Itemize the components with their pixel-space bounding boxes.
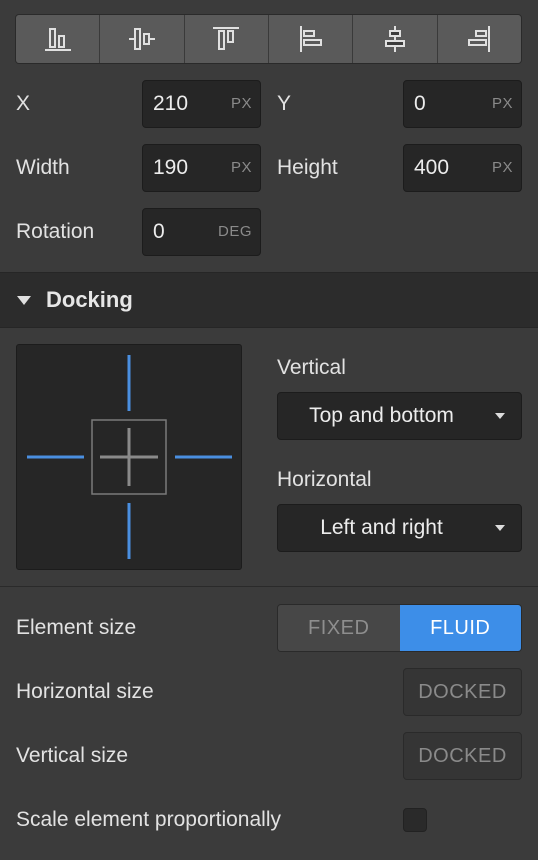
width-label: Width (16, 156, 70, 179)
align-vertical-center-icon (128, 28, 155, 50)
align-horizontal-center-button[interactable] (353, 15, 438, 63)
horizontal-label: Horizontal (277, 468, 372, 491)
align-bottom-icon (44, 28, 71, 51)
x-value: 210 (153, 92, 189, 115)
rotation-input[interactable]: 0 DEG (142, 208, 261, 256)
y-label: Y (277, 92, 292, 115)
height-unit: PX (491, 159, 513, 176)
rotation-unit: DEG (217, 223, 252, 240)
height-value: 400 (414, 156, 450, 179)
vertical-size-label: Vertical size (16, 744, 129, 767)
width-value: 190 (153, 156, 189, 179)
chevron-down-icon (495, 525, 505, 531)
element-size-label: Element size (16, 616, 137, 639)
x-input[interactable]: 210 PX (142, 80, 261, 128)
x-unit: PX (230, 95, 252, 112)
horizontal-docking-select[interactable]: Left and right (277, 504, 522, 552)
x-label: X (16, 92, 31, 115)
vertical-size-button[interactable]: DOCKED (403, 732, 522, 780)
scale-proportionally-label: Scale element proportionally (16, 808, 281, 831)
y-input[interactable]: 0 PX (403, 80, 522, 128)
chevron-down-icon (495, 413, 505, 419)
element-size-toggle: FIXED FLUID (277, 604, 522, 652)
docking-widget[interactable] (16, 344, 242, 570)
horizontal-size-button[interactable]: DOCKED (403, 668, 522, 716)
align-vertical-center-button[interactable] (100, 15, 185, 63)
docking-section-header[interactable]: Docking (0, 272, 538, 328)
align-bottom-button[interactable] (16, 15, 101, 63)
height-label: Height (277, 156, 338, 179)
height-input[interactable]: 400 PX (403, 144, 522, 192)
horizontal-docking-value: Left and right (320, 516, 443, 539)
align-left-button[interactable] (268, 15, 354, 63)
rotation-label: Rotation (16, 220, 95, 243)
width-input[interactable]: 190 PX (142, 144, 261, 192)
y-unit: PX (491, 95, 513, 112)
align-right-button[interactable] (437, 15, 521, 63)
y-value: 0 (414, 92, 426, 115)
divider (0, 586, 538, 587)
vertical-docking-select[interactable]: Top and bottom (277, 392, 522, 440)
align-horizontal-center-icon (384, 26, 405, 52)
fluid-button[interactable]: FLUID (399, 605, 521, 651)
docking-diagram (27, 355, 232, 559)
align-left-icon (299, 26, 322, 52)
width-unit: PX (230, 159, 252, 176)
rotation-value: 0 (153, 220, 165, 243)
docking-title: Docking (46, 287, 133, 312)
scale-proportionally-checkbox[interactable] (403, 808, 427, 832)
vertical-docking-value: Top and bottom (309, 404, 454, 427)
align-toolbar (15, 14, 522, 64)
align-top-icon (213, 27, 240, 50)
horizontal-size-label: Horizontal size (16, 680, 154, 703)
fixed-button[interactable]: FIXED (278, 605, 400, 651)
vertical-label: Vertical (277, 356, 346, 379)
align-right-icon (468, 26, 491, 52)
collapse-triangle-icon (17, 296, 31, 305)
align-top-button[interactable] (184, 15, 269, 63)
